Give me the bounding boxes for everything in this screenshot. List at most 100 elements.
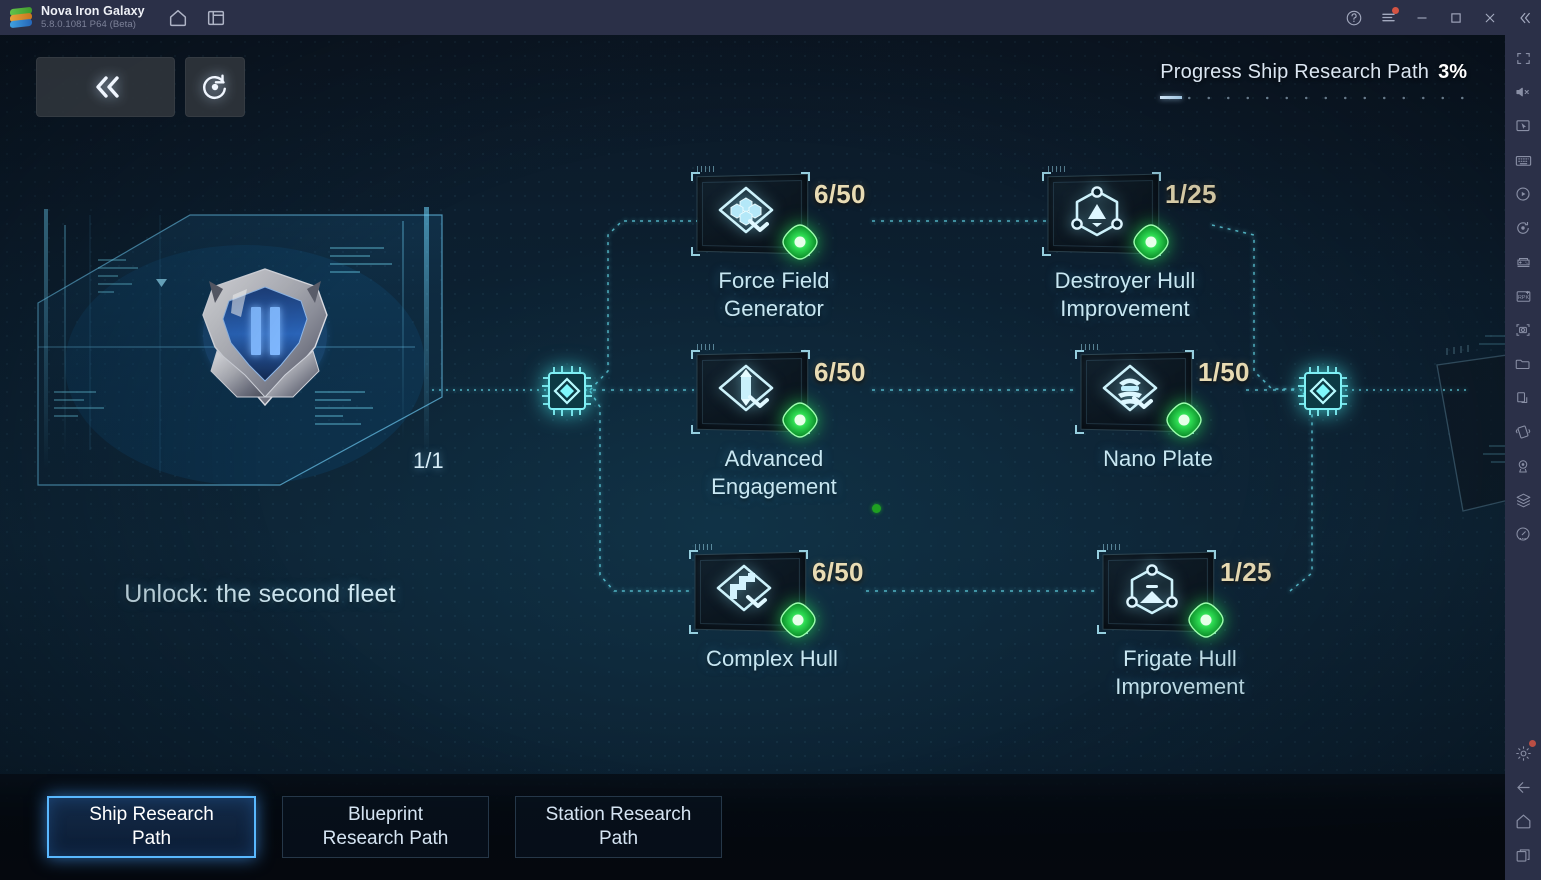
tab-label-line: Ship Research xyxy=(89,804,214,826)
progress-bar xyxy=(1160,95,1466,101)
node-card[interactable] xyxy=(689,544,816,638)
card-corner xyxy=(691,172,700,181)
bluestacks-logo-icon xyxy=(10,6,32,29)
volume-mute-icon[interactable] xyxy=(1508,77,1538,107)
tech-node-force-field-generator[interactable]: 6/50 Force Field Generator xyxy=(691,166,866,321)
node-label: Frigate Hull Improvement xyxy=(1058,645,1302,700)
hub-node-left[interactable] xyxy=(540,364,594,418)
fleet-emblem-icon xyxy=(202,268,328,407)
notification-dot xyxy=(1392,7,1399,14)
speedometer-icon[interactable] xyxy=(1508,519,1538,549)
card-corner xyxy=(1097,550,1106,559)
window-controls xyxy=(1337,0,1541,35)
node-label-line: Generator xyxy=(724,295,824,321)
multi-instance-icon[interactable] xyxy=(1508,485,1538,515)
top-left-controls xyxy=(36,57,245,117)
app-title-block: Nova Iron Galaxy 5.8.0.1081 P64 (Beta) xyxy=(41,3,145,30)
menu-icon[interactable] xyxy=(1371,0,1405,35)
card-corner xyxy=(801,350,810,359)
hexagon-node-triangle-icon xyxy=(1071,186,1123,237)
node-card[interactable] xyxy=(691,166,818,260)
hub-node-right[interactable] xyxy=(1296,364,1350,418)
node-card[interactable] xyxy=(1042,166,1169,260)
node-label-line: Frigate Hull xyxy=(1123,646,1237,671)
node-label-line: Nano Plate xyxy=(1103,446,1213,471)
macro-play-icon[interactable] xyxy=(1508,179,1538,209)
card-nubs xyxy=(695,544,712,550)
node-label-line: Improvement xyxy=(1115,673,1245,699)
tech-node-offscreen-right[interactable] xyxy=(1433,325,1505,525)
refresh-button[interactable] xyxy=(185,57,245,117)
fleet-count: 1/1 xyxy=(413,448,444,473)
multi-window-icon[interactable] xyxy=(1508,383,1538,413)
card-corner xyxy=(1075,350,1084,359)
chip-node-icon xyxy=(542,366,592,416)
settings-notification-dot xyxy=(1529,740,1536,747)
pointer-icon[interactable] xyxy=(1508,111,1538,141)
back-button[interactable] xyxy=(36,57,175,117)
minimize-icon[interactable] xyxy=(1405,0,1439,35)
green-gem-icon xyxy=(782,224,818,260)
tab-blueprint-research-path[interactable]: Blueprint Research Path xyxy=(282,796,489,858)
tech-node-complex-hull[interactable]: 6/50 Complex Hull xyxy=(689,544,864,671)
tech-node-destroyer-hull-improvement[interactable]: 1/25 Destroyer Hull Improvement xyxy=(1042,166,1217,321)
home-icon[interactable] xyxy=(1508,806,1538,836)
node-card[interactable] xyxy=(691,344,818,438)
green-gem-icon xyxy=(780,602,816,638)
back-arrow-icon[interactable] xyxy=(1508,772,1538,802)
node-label-line: Destroyer Hull xyxy=(1054,268,1196,293)
maximize-icon[interactable] xyxy=(1439,0,1473,35)
keyboard-icon[interactable] xyxy=(1508,145,1538,175)
tab-station-research-path[interactable]: Station Research Path xyxy=(515,796,722,858)
node-card[interactable] xyxy=(1075,344,1202,438)
card-corner xyxy=(691,350,700,359)
node-card[interactable] xyxy=(1097,544,1224,638)
recents-icon[interactable] xyxy=(1508,840,1538,870)
fullscreen-icon[interactable] xyxy=(1508,43,1538,73)
tab-ship-research-path[interactable]: Ship Research Path xyxy=(47,796,256,858)
card-corner xyxy=(801,172,810,181)
multi-window-icon[interactable] xyxy=(205,7,227,29)
collapse-sidebar-icon[interactable] xyxy=(1507,0,1541,35)
gamepad-icon[interactable] xyxy=(1508,247,1538,277)
app-name: Nova Iron Galaxy xyxy=(41,3,145,18)
card-corner xyxy=(691,247,700,256)
tech-node-nano-plate[interactable]: 1/50 Nano Plate xyxy=(1075,344,1250,471)
screenshot-icon[interactable] xyxy=(1508,315,1538,345)
node-card-partial xyxy=(1436,335,1505,512)
card-corner xyxy=(1207,550,1216,559)
card-corner xyxy=(1152,172,1161,181)
card-nubs xyxy=(1048,166,1065,172)
close-icon[interactable] xyxy=(1473,0,1507,35)
shake-icon[interactable] xyxy=(1508,417,1538,447)
progress-label: Progress Ship Research Path xyxy=(1160,61,1430,83)
node-count: 1/50 xyxy=(1198,357,1250,387)
home-icon[interactable] xyxy=(167,7,189,29)
card-corner xyxy=(1042,172,1051,181)
sync-rotate-icon[interactable] xyxy=(1508,213,1538,243)
rpk-icon[interactable]: RPK xyxy=(1508,281,1538,311)
node-label-line: Improvement xyxy=(1060,295,1190,321)
tab-label-line: Path xyxy=(598,828,639,849)
hexagon-cluster-diamond-icon xyxy=(718,186,774,234)
card-nubs xyxy=(697,166,714,172)
node-label-line: Complex Hull xyxy=(705,646,839,671)
node-label-line: Advanced xyxy=(724,446,824,471)
research-path-tabbar: Ship Research Path Blueprint Research Pa… xyxy=(0,774,1505,880)
progress-bar-fill xyxy=(1160,96,1183,99)
card-nubs xyxy=(697,344,714,350)
tech-node-frigate-hull-improvement[interactable]: 1/25 Frigate Hull Improvement xyxy=(1097,544,1272,699)
hexagon-node-arrow-icon xyxy=(1126,564,1178,615)
fleet-unlock-panel[interactable]: 1/1 Unlock: the second fleet xyxy=(30,185,450,608)
tech-node-advanced-engagement[interactable]: 6/50 Advanced Engagement xyxy=(691,344,866,499)
settings-gear-icon[interactable] xyxy=(1508,738,1538,768)
node-label: Complex Hull xyxy=(650,645,894,673)
green-gem-icon xyxy=(1166,402,1202,438)
card-corner xyxy=(799,550,808,559)
diamond-layered-plate-icon xyxy=(1102,364,1158,412)
progress-bar-track xyxy=(1160,95,1466,101)
location-icon[interactable] xyxy=(1508,451,1538,481)
help-icon[interactable] xyxy=(1337,0,1371,35)
node-label: Nano Plate xyxy=(1036,445,1280,473)
folder-icon[interactable] xyxy=(1508,349,1538,379)
